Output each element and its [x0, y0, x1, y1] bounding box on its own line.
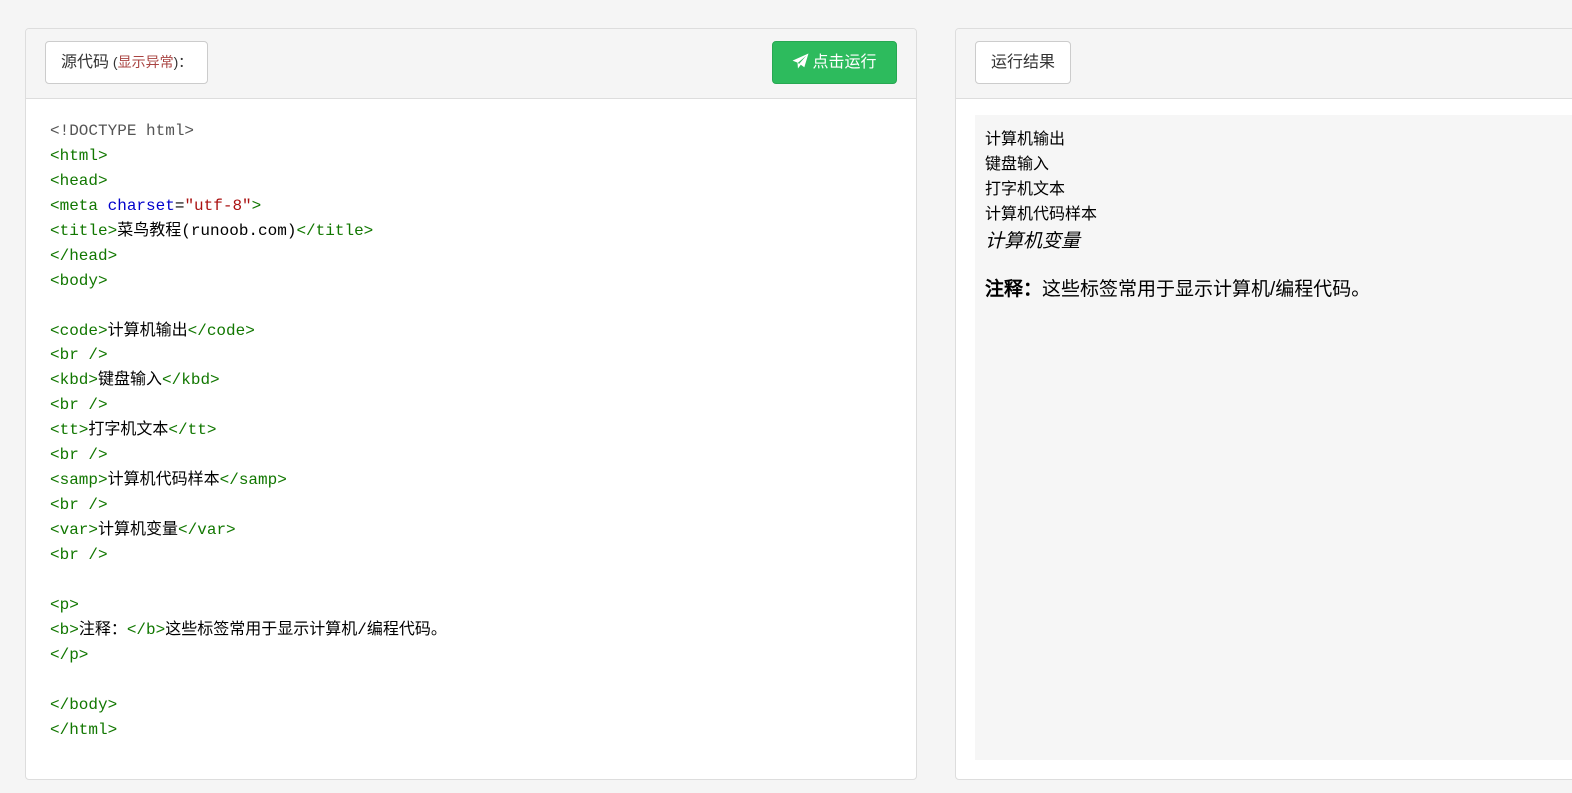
code-token: <b>	[50, 620, 79, 639]
code-line: <p>	[50, 593, 892, 618]
code-line: <title>菜鸟教程(runoob.com)</title>	[50, 219, 892, 244]
code-token: <meta	[50, 196, 108, 215]
code-token: <br />	[50, 346, 108, 365]
code-token: <head>	[50, 171, 108, 190]
code-token: </head>	[50, 246, 118, 265]
code-token: <br />	[50, 396, 108, 415]
code-token: =	[174, 196, 185, 215]
code-line: <br />	[50, 543, 892, 568]
code-line: <br />	[50, 443, 892, 468]
code-line: <body>	[50, 269, 892, 294]
result-code-text: 计算机输出	[985, 131, 1066, 148]
code-token: 计算机代码样本	[107, 471, 220, 490]
code-line: <br />	[50, 493, 892, 518]
result-samp-text: 计算机代码样本	[985, 206, 1098, 223]
code-line: <html>	[50, 144, 892, 169]
code-token: </tt>	[168, 421, 217, 440]
code-token: 计算机变量	[98, 521, 179, 539]
code-token: </body>	[50, 695, 118, 714]
code-line: <br />	[50, 393, 892, 418]
show-error-link[interactable]: 显示异常	[118, 54, 174, 70]
code-line: <meta charset="utf-8">	[50, 194, 892, 219]
code-token: <title>	[50, 221, 118, 240]
result-tt-text: 打字机文本	[985, 181, 1066, 198]
code-token: </kbd>	[162, 371, 220, 390]
code-token: 这些标签常用于显示计算机/编程代码。	[165, 620, 447, 639]
code-line: <tt>打字机文本</tt>	[50, 418, 892, 443]
code-token: <body>	[50, 271, 108, 290]
code-token: "utf-8"	[184, 196, 252, 215]
source-code-panel: 源代码 (显示异常)： 点击运行 <!DOCTYPE html> <html> <h…	[25, 28, 917, 780]
code-token: 菜鸟教程(runoob.com)	[117, 221, 297, 240]
code-line: <br />	[50, 343, 892, 368]
code-line: <!DOCTYPE html>	[50, 119, 892, 144]
code-line: </p>	[50, 643, 892, 668]
code-line: <var>计算机变量</var>	[50, 518, 892, 543]
code-token: <tt>	[50, 421, 89, 440]
code-token: 计算机输出	[107, 321, 188, 340]
code-token: <html>	[50, 146, 108, 165]
result-title: 运行结果	[975, 41, 1072, 84]
code-token: </samp>	[219, 471, 287, 490]
result-header: 运行结果	[956, 29, 1572, 99]
source-code-title: 源代码	[61, 54, 110, 71]
result-note-bold: 注释：	[985, 279, 1043, 300]
code-line: </head>	[50, 244, 892, 269]
source-code-label: 源代码 (显示异常)：	[45, 41, 209, 84]
code-token: </p>	[50, 645, 89, 664]
code-line: <kbd>键盘输入</kbd>	[50, 368, 892, 393]
code-token: 键盘输入	[98, 371, 163, 390]
code-line: <code>计算机输出</code>	[50, 319, 892, 344]
code-token: </html>	[50, 720, 118, 739]
paren-open: (	[109, 54, 118, 70]
result-var-text: 计算机变量	[985, 231, 1081, 252]
code-token: </var>	[178, 521, 236, 539]
code-line: <head>	[50, 169, 892, 194]
paper-plane-icon	[793, 53, 809, 69]
code-token: </title>	[296, 221, 374, 240]
code-line: <samp>计算机代码样本</samp>	[50, 468, 892, 493]
code-token: <br />	[50, 545, 108, 564]
result-note-text: 这些标签常用于显示计算机/编程代码。	[1042, 279, 1371, 300]
code-token: 打字机文本	[88, 421, 169, 440]
code-token: <kbd>	[50, 371, 99, 390]
code-token: <p>	[50, 595, 79, 614]
paren-close: )：	[173, 54, 193, 70]
code-token: >	[251, 196, 262, 215]
code-token: <br />	[50, 446, 108, 465]
run-button[interactable]: 点击运行	[772, 41, 897, 84]
code-token: <code>	[50, 321, 108, 340]
result-panel: 运行结果 计算机输出 键盘输入 打字机文本 计算机代码样本 计算机变量 注释：这…	[955, 28, 1572, 780]
code-token: <var>	[50, 521, 99, 539]
code-token: <!DOCTYPE html>	[50, 122, 195, 140]
code-line: <b>注释：</b>这些标签常用于显示计算机/编程代码。	[50, 618, 892, 643]
code-token: charset	[107, 196, 175, 215]
code-token: </code>	[187, 321, 255, 340]
code-token: 注释：	[78, 620, 127, 639]
code-token: <br />	[50, 496, 108, 515]
result-output: 计算机输出 键盘输入 打字机文本 计算机代码样本 计算机变量 注释：这些标签常用…	[975, 115, 1572, 760]
code-editor[interactable]: <!DOCTYPE html> <html> <head> <meta charset…	[26, 99, 916, 762]
code-line: </html>	[50, 718, 892, 743]
run-button-label: 点击运行	[812, 54, 877, 71]
source-code-header: 源代码 (显示异常)： 点击运行	[26, 29, 916, 99]
code-token: <samp>	[50, 471, 108, 490]
code-line: </body>	[50, 693, 892, 718]
result-note: 注释：这些标签常用于显示计算机/编程代码。	[985, 277, 1572, 303]
code-token: </b>	[126, 620, 166, 639]
result-kbd-text: 键盘输入	[985, 156, 1050, 173]
